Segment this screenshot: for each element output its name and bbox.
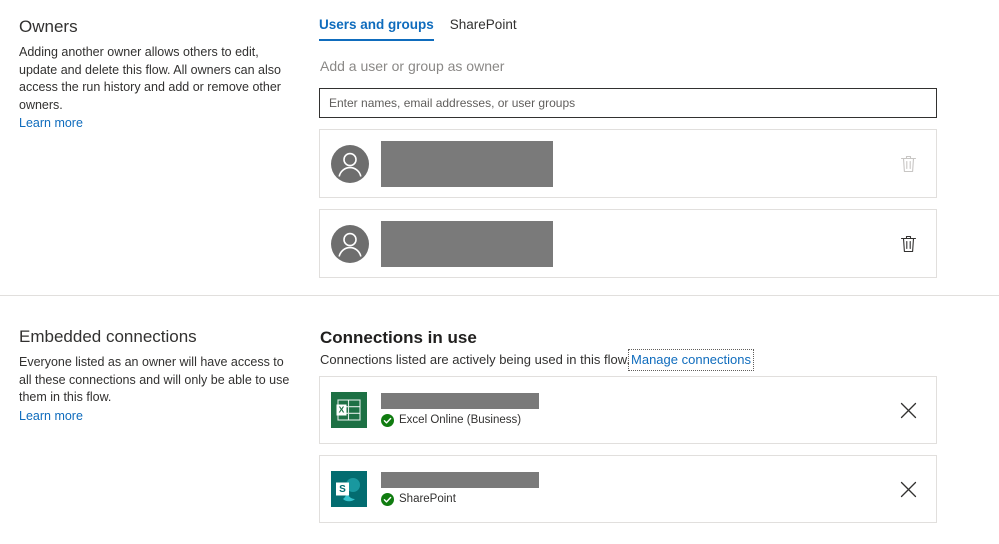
connections-in-use-subtext: Connections listed are actively being us… xyxy=(320,349,955,371)
connection-name: SharePoint xyxy=(399,492,456,505)
connection-account-redacted xyxy=(381,471,539,488)
svg-text:X: X xyxy=(339,405,345,415)
excel-icon: X xyxy=(331,392,367,428)
avatar xyxy=(331,144,369,183)
embedded-connections-description: Everyone listed as an owner will have ac… xyxy=(19,355,290,404)
svg-text:S: S xyxy=(339,484,346,495)
owners-section: Owners Adding another owner allows other… xyxy=(0,0,999,295)
owners-title: Owners xyxy=(19,17,78,36)
owner-list xyxy=(319,129,955,278)
status-connected-icon xyxy=(381,492,394,506)
owner-name-redacted xyxy=(381,220,553,267)
remove-connection-button[interactable] xyxy=(892,394,924,426)
embedded-connections-title: Embedded connections xyxy=(19,327,197,346)
owners-learn-more-link[interactable]: Learn more xyxy=(19,115,83,133)
owners-tablist: Users and groups SharePoint xyxy=(319,16,955,44)
connections-subtext-label: Connections listed are actively being us… xyxy=(320,352,631,367)
connection-row: S SharePoint xyxy=(319,455,937,523)
tab-users-and-groups[interactable]: Users and groups xyxy=(319,16,434,41)
owners-content-column: Users and groups SharePoint Add a user o… xyxy=(310,16,999,295)
connection-info: SharePoint xyxy=(381,471,539,507)
add-owner-input[interactable] xyxy=(319,88,937,118)
manage-connections-link[interactable]: Manage connections xyxy=(628,349,754,371)
connection-name-line: SharePoint xyxy=(381,492,539,507)
connections-content-column: Connections in use Connections listed ar… xyxy=(310,326,999,523)
owner-row xyxy=(319,129,937,198)
tab-sharepoint[interactable]: SharePoint xyxy=(450,16,517,41)
connection-list: X Excel Online (Business) S SharePoint xyxy=(319,376,955,523)
settings-page: Owners Adding another owner allows other… xyxy=(0,0,999,544)
delete-owner-button xyxy=(892,148,924,180)
connection-name-line: Excel Online (Business) xyxy=(381,413,539,428)
owners-description-column: Owners Adding another owner allows other… xyxy=(0,16,310,295)
connection-account-redacted xyxy=(381,392,539,409)
add-owner-label: Add a user or group as owner xyxy=(320,58,505,74)
avatar xyxy=(331,224,369,263)
status-connected-icon xyxy=(381,413,394,427)
connection-row: X Excel Online (Business) xyxy=(319,376,937,444)
connections-in-use-heading: Connections in use xyxy=(320,328,477,347)
connection-info: Excel Online (Business) xyxy=(381,392,539,428)
owners-description: Adding another owner allows others to ed… xyxy=(19,45,281,112)
owner-row xyxy=(319,209,937,278)
connections-description-column: Embedded connections Everyone listed as … xyxy=(0,326,310,523)
delete-owner-button[interactable] xyxy=(892,228,924,260)
connections-learn-more-link[interactable]: Learn more xyxy=(19,408,83,426)
connection-name: Excel Online (Business) xyxy=(399,413,522,426)
remove-connection-button[interactable] xyxy=(892,473,924,505)
embedded-connections-section: Embedded connections Everyone listed as … xyxy=(0,296,999,523)
sharepoint-icon: S xyxy=(331,471,367,507)
owner-name-redacted xyxy=(381,140,553,187)
